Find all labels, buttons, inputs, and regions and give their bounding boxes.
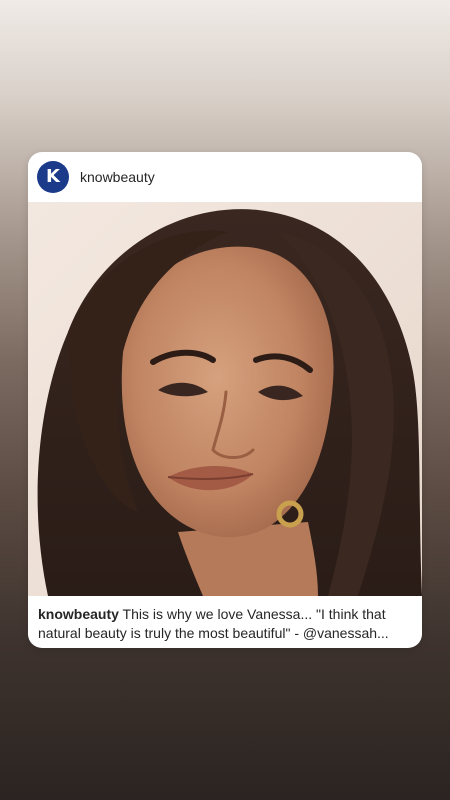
post-caption: knowbeauty This is why we love Vanessa..… (28, 596, 422, 648)
username[interactable]: knowbeauty (80, 169, 155, 185)
avatar-letter: K (46, 166, 60, 187)
caption-username[interactable]: knowbeauty (38, 606, 119, 622)
shared-post-card[interactable]: K knowbeauty knowbeauty This is why we l… (28, 152, 422, 648)
post-header[interactable]: K knowbeauty (28, 152, 422, 202)
post-photo[interactable] (28, 202, 422, 596)
portrait-photo-icon (28, 202, 422, 596)
avatar[interactable]: K (37, 161, 69, 193)
